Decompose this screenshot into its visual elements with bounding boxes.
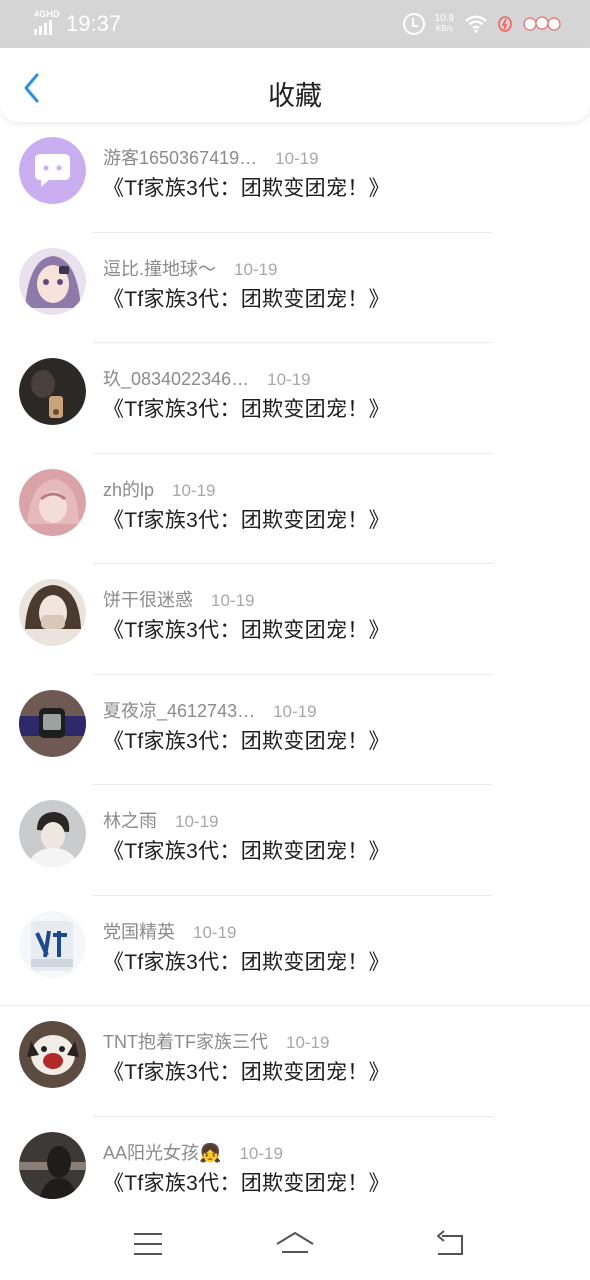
item-date: 10-19 <box>239 1143 283 1163</box>
item-meta: 逗比.撞地球～ 10-19 <box>103 255 278 281</box>
username[interactable]: 饼干很迷惑 <box>103 586 193 612</box>
story-title[interactable]: 《Tf家族3代：团欺变团宠！》 <box>103 1056 390 1086</box>
alarm-icon <box>402 13 425 35</box>
back-nav-button[interactable] <box>430 1228 470 1260</box>
avatar[interactable] <box>19 579 86 646</box>
item-meta: 游客1650367419… 10-19 <box>103 144 319 170</box>
item-meta: 林之雨 10-19 <box>103 807 218 833</box>
list-item[interactable]: 游客1650367419… 10-19 《Tf家族3代：团欺变团宠！》 <box>0 122 590 233</box>
home-icon <box>276 1232 314 1253</box>
favorites-list: 游客1650367419… 10-19 《Tf家族3代：团欺变团宠！》 逗比.撞… <box>0 122 590 1227</box>
story-title[interactable]: 《Tf家族3代：团欺变团宠！》 <box>103 393 390 423</box>
username[interactable]: 逗比.撞地球～ <box>103 255 216 281</box>
battery-saver-icon <box>498 16 512 32</box>
list-item[interactable]: TNT抱着TF家族三代 10-19 《Tf家族3代：团欺变团宠！》 <box>0 1006 590 1117</box>
username[interactable]: zh的lp <box>103 476 154 502</box>
speed-value: 10.9 <box>434 13 454 24</box>
username[interactable]: AA阳光女孩👧 <box>103 1139 221 1165</box>
list-item[interactable]: 林之雨 10-19 《Tf家族3代：团欺变团宠！》 <box>0 785 590 896</box>
back-arrow-icon <box>437 1230 463 1255</box>
username[interactable]: 玖_0834022346… <box>103 365 249 391</box>
item-meta: AA阳光女孩👧 10-19 <box>103 1139 283 1165</box>
list-item[interactable]: 逗比.撞地球～ 10-19 《Tf家族3代：团欺变团宠！》 <box>0 233 590 343</box>
photo-avatar <box>19 579 86 646</box>
network-speed: 10.9 KB/s <box>435 14 454 34</box>
decorative-sticker-icon <box>523 16 561 31</box>
cup-avatar <box>19 910 86 978</box>
anime-avatar <box>19 468 86 536</box>
username[interactable]: 游客1650367419… <box>103 144 257 170</box>
menu-icon <box>134 1233 162 1255</box>
item-meta: 党国精英 10-19 <box>103 918 236 944</box>
item-meta: 夏夜凉_4612743… 10-19 <box>103 697 317 723</box>
username[interactable]: 林之雨 <box>103 807 157 833</box>
list-item[interactable]: 夏夜凉_4612743… 10-19 《Tf家族3代：团欺变团宠！》 <box>0 675 590 785</box>
item-date: 10-19 <box>234 259 278 279</box>
story-title[interactable]: 《Tf家族3代：团欺变团宠！》 <box>103 835 390 865</box>
item-meta: TNT抱着TF家族三代 10-19 <box>103 1028 329 1054</box>
story-title[interactable]: 《Tf家族3代：团欺变团宠！》 <box>103 614 390 644</box>
signal-icon: 4GHD <box>34 9 60 35</box>
wifi-icon <box>465 15 487 33</box>
story-title[interactable]: 《Tf家族3代：团欺变团宠！》 <box>103 1167 390 1197</box>
story-title[interactable]: 《Tf家族3代：团欺变团宠！》 <box>103 725 390 755</box>
story-title[interactable]: 《Tf家族3代：团欺变团宠！》 <box>103 504 390 534</box>
avatar[interactable] <box>19 247 86 315</box>
avatar[interactable] <box>19 137 86 204</box>
top-app-bar: 收藏 <box>0 48 590 122</box>
photo-avatar <box>19 358 86 425</box>
page-title: 收藏 <box>268 81 322 111</box>
story-title[interactable]: 《Tf家族3代：团欺变团宠！》 <box>103 283 390 313</box>
avatar[interactable] <box>19 1131 86 1199</box>
username[interactable]: TNT抱着TF家族三代 <box>103 1028 268 1054</box>
item-date: 10-19 <box>172 480 216 500</box>
dog-photo-avatar <box>19 1021 86 1088</box>
item-date: 10-19 <box>193 922 237 942</box>
item-meta: 饼干很迷惑 10-19 <box>103 586 254 612</box>
item-date: 10-19 <box>273 701 317 721</box>
item-meta: 玖_0834022346… 10-19 <box>103 365 311 391</box>
avatar[interactable] <box>19 1021 86 1088</box>
status-left: 4GHD 19:37 <box>34 9 122 37</box>
home-button[interactable] <box>275 1228 315 1260</box>
story-title[interactable]: 《Tf家族3代：团欺变团宠！》 <box>103 172 390 202</box>
item-date: 10-19 <box>285 1033 330 1052</box>
status-time: 19:37 <box>66 11 122 36</box>
avatar[interactable] <box>19 689 86 757</box>
username[interactable]: 夏夜凉_4612743… <box>103 697 255 723</box>
chat-bubble-avatar <box>19 137 86 204</box>
anime-girl-avatar <box>19 247 86 315</box>
avatar[interactable] <box>19 800 86 867</box>
avatar[interactable] <box>19 358 86 425</box>
item-date: 10-19 <box>175 812 219 831</box>
watch-photo-avatar <box>19 689 86 757</box>
username[interactable]: 党国精英 <box>103 918 175 944</box>
list-item[interactable]: zh的lp 10-19 《Tf家族3代：团欺变团宠！》 <box>0 454 590 564</box>
item-date: 10-19 <box>267 370 311 389</box>
status-right: 10.9 KB/s <box>402 13 562 35</box>
avatar[interactable] <box>19 910 86 978</box>
item-date: 10-19 <box>275 149 319 168</box>
avatar[interactable] <box>19 468 86 536</box>
system-nav-bar <box>0 1208 590 1280</box>
list-item[interactable]: 党国精英 10-19 《Tf家族3代：团欺变团宠！》 <box>0 896 590 1006</box>
menu-button[interactable] <box>128 1228 168 1260</box>
status-bar: 4GHD 19:37 10.9 KB/s <box>0 0 590 48</box>
item-meta: zh的lp 10-19 <box>103 476 216 502</box>
dark-photo-avatar <box>19 1131 86 1199</box>
speed-unit: KB/s <box>435 24 453 33</box>
story-title[interactable]: 《Tf家族3代：团欺变团宠！》 <box>103 946 390 976</box>
list-item[interactable]: 饼干很迷惑 10-19 《Tf家族3代：团欺变团宠！》 <box>0 564 590 675</box>
network-type: 4GHD <box>34 9 60 19</box>
photo-avatar <box>19 800 86 867</box>
list-item[interactable]: 玖_0834022346… 10-19 《Tf家族3代：团欺变团宠！》 <box>0 343 590 454</box>
item-date: 10-19 <box>211 591 255 610</box>
